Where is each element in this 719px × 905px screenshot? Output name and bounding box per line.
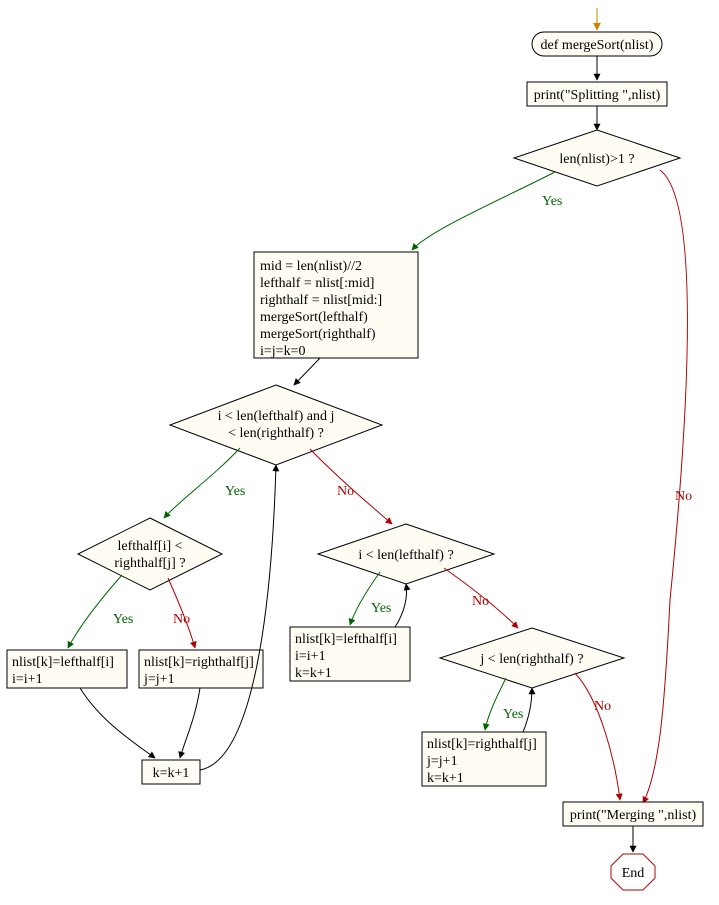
k-inc-text: k=k+1: [153, 766, 190, 781]
asgn-right-l2: j=j+1: [143, 672, 175, 687]
cond-ij-l1: i < len(lefthalf) and j: [218, 409, 335, 424]
edge-i-yes: [350, 572, 380, 625]
edge-ij-yes: [164, 448, 240, 518]
edge-asgnright-to-kinc: [180, 688, 200, 758]
node-cond-lt: lefthalf[i] < righthalf[j] ?: [78, 518, 222, 590]
mid-l5: mergeSort(righthalf): [260, 327, 376, 342]
node-print-merge: print("Merging ",nlist): [563, 802, 703, 826]
label-yes-ij: Yes: [225, 484, 245, 499]
end-text: End: [622, 866, 645, 881]
label-yes-lt: Yes: [113, 612, 133, 627]
blk-i-l2: i=i+1: [295, 649, 326, 664]
node-blk-j: nlist[k]=righthalf[j] j=j+1 k=k+1: [422, 732, 546, 786]
cond-ij-l2: < len(righthalf) ?: [228, 426, 324, 441]
node-cond-len: len(nlist)>1 ?: [514, 130, 680, 186]
label-yes-len: Yes: [542, 194, 562, 209]
edge-mid-to-cond-ij: [294, 358, 320, 385]
blk-i-l1: nlist[k]=lefthalf[i]: [295, 632, 397, 647]
asgn-left-l1: nlist[k]=lefthalf[i]: [12, 655, 114, 670]
print-merge-text: print("Merging ",nlist): [570, 808, 697, 823]
node-func-def: def mergeSort(nlist): [532, 32, 662, 56]
node-asgn-left: nlist[k]=lefthalf[i] i=i+1: [7, 650, 127, 688]
edge-len-yes: [412, 172, 555, 250]
edge-kinc-loop: [200, 465, 276, 770]
asgn-right-l1: nlist[k]=righthalf[j]: [144, 655, 254, 670]
label-no-i: No: [472, 594, 489, 609]
label-no-lt: No: [173, 612, 190, 627]
edge-j-no: [575, 673, 620, 800]
node-blk-i: nlist[k]=lefthalf[i] i=i+1 k=k+1: [290, 627, 410, 681]
label-no-j: No: [594, 699, 611, 714]
node-k-inc: k=k+1: [142, 760, 200, 784]
node-cond-ij: i < len(lefthalf) and j < len(righthalf)…: [170, 385, 382, 465]
edge-blkj-loop: [523, 688, 532, 732]
node-cond-j: j < len(righthalf) ?: [440, 628, 624, 688]
cond-i-text: i < len(lefthalf) ?: [358, 548, 453, 563]
edge-len-no: [643, 170, 688, 803]
edge-asgnleft-to-kinc: [80, 688, 155, 758]
mid-l6: i=j=k=0: [260, 344, 305, 359]
node-block-mid: mid = len(nlist)//2 lefthalf = nlist[:mi…: [254, 252, 418, 359]
edge-blki-loop: [395, 584, 407, 627]
mid-l1: mid = len(nlist)//2: [260, 259, 362, 274]
label-no-ij: No: [337, 484, 354, 499]
node-asgn-right: nlist[k]=righthalf[j] j=j+1: [139, 650, 263, 688]
mid-l3: righthalf = nlist[mid:]: [260, 293, 382, 308]
cond-j-text: j < len(righthalf) ?: [479, 652, 583, 667]
node-print-split: print("Splitting ",nlist): [527, 82, 667, 106]
node-end: End: [611, 854, 655, 890]
label-yes-j: Yes: [503, 707, 523, 722]
asgn-left-l2: i=i+1: [12, 672, 43, 687]
blk-i-l3: k=k+1: [295, 666, 332, 681]
mid-l4: mergeSort(lefthalf): [260, 310, 368, 325]
func-def-text: def mergeSort(nlist): [541, 38, 654, 53]
mid-l2: lefthalf = nlist[:mid]: [260, 276, 374, 291]
label-no-len: No: [675, 489, 692, 504]
cond-len-text: len(nlist)>1 ?: [559, 152, 634, 167]
label-yes-i: Yes: [371, 601, 391, 616]
blk-j-l1: nlist[k]=righthalf[j]: [427, 737, 537, 752]
node-cond-i: i < len(lefthalf) ?: [318, 524, 494, 584]
flowchart-canvas: def mergeSort(nlist) print("Splitting ",…: [0, 0, 719, 905]
blk-j-l3: k=k+1: [427, 771, 464, 786]
cond-lt-l2: righthalf[j] ?: [114, 556, 185, 571]
cond-lt-l1: lefthalf[i] <: [117, 539, 182, 554]
blk-j-l2: j=j+1: [426, 754, 458, 769]
edge-j-yes: [485, 678, 506, 730]
print-split-text: print("Splitting ",nlist): [534, 88, 661, 103]
